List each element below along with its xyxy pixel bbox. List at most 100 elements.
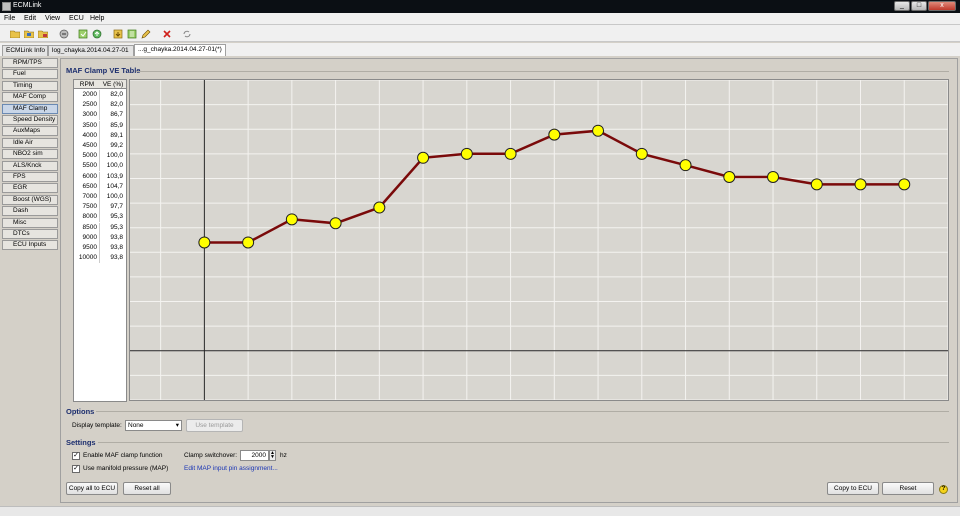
table-row[interactable]: 6500 104,7 (74, 181, 126, 192)
table-row[interactable]: 4500 99,2 (74, 141, 126, 151)
ve-cell[interactable]: 100,0 (100, 161, 126, 171)
save-as-icon[interactable] (37, 28, 48, 39)
refresh-icon[interactable] (77, 28, 88, 39)
use-template-button[interactable]: Use template (186, 419, 243, 432)
ve-cell[interactable]: 104,7 (100, 182, 126, 192)
ve-cell[interactable]: 103,9 (100, 172, 126, 182)
sidebar-item-fps[interactable]: FPS (2, 172, 58, 182)
data-point (548, 128, 561, 141)
table-row[interactable]: 5000 100,0 (74, 151, 126, 162)
menu-file[interactable]: File (4, 15, 15, 22)
ve-cell[interactable]: 97,7 (100, 202, 126, 212)
sync-icon[interactable] (181, 28, 192, 39)
ve-cell[interactable]: 100,0 (100, 151, 126, 161)
sidebar-item-egr[interactable]: EGR (2, 183, 58, 194)
table-row[interactable]: 4000 89,1 (74, 130, 126, 141)
copy-to-ecu-button[interactable]: Copy to ECU (827, 482, 879, 495)
sidebar-item-boost-wgs[interactable]: Boost (WGS) (2, 194, 58, 205)
reset-all-button[interactable]: Reset all (123, 482, 171, 495)
enable-clamp-checkbox[interactable]: ✓ (72, 452, 80, 460)
menu-view[interactable]: View (45, 15, 60, 22)
template-select-value: None (128, 422, 144, 429)
data-point (592, 124, 605, 137)
table-row[interactable]: 9500 93,8 (74, 243, 126, 253)
sidebar-item-misc[interactable]: Misc (2, 217, 58, 228)
status-bar (0, 506, 960, 516)
use-map-checkbox[interactable]: ✓ (72, 465, 80, 473)
table-row[interactable]: 5500 100,0 (74, 161, 126, 172)
table-row[interactable]: 6000 103,9 (74, 171, 126, 182)
menu-help[interactable]: Help (90, 15, 104, 22)
close-button[interactable]: x (928, 1, 956, 11)
menu-ecu[interactable]: ECU (69, 15, 84, 22)
data-point (417, 151, 430, 164)
ve-column-header: VE (%) (100, 80, 126, 89)
settings-divider (98, 442, 949, 443)
sidebar-item-rpm-tps[interactable]: RPM/TPS (2, 58, 58, 68)
ve-cell[interactable]: 86,7 (100, 110, 126, 120)
reset-button[interactable]: Reset (882, 482, 934, 495)
sidebar-item-timing[interactable]: Timing (2, 80, 58, 91)
copy-all-to-ecu-button[interactable]: Copy all to ECU (66, 482, 118, 495)
sidebar-item-nbo2-sim[interactable]: NBO2 sim (2, 149, 58, 160)
sidebar-item-maf-comp[interactable]: MAF Comp (2, 92, 58, 103)
document-tabs: ECMLink Info log_chayka.2014.04.27-01 ..… (0, 43, 960, 56)
open-icon[interactable] (9, 28, 20, 39)
sidebar-item-maf-clamp[interactable]: MAF Clamp (2, 103, 58, 114)
options-divider (96, 411, 949, 412)
ve-cell[interactable]: 93,8 (100, 253, 126, 263)
edit-map-link[interactable]: Edit MAP input pin assignment... (184, 465, 278, 472)
sidebar-item-dtcs[interactable]: DTCs (2, 229, 58, 239)
table-row[interactable]: 8500 95,3 (74, 222, 126, 233)
minimize-button[interactable]: _ (894, 1, 910, 11)
ve-cell[interactable]: 85,9 (100, 121, 126, 131)
table-row[interactable]: 7000 100,0 (74, 192, 126, 202)
table-row[interactable]: 2000 82,0 (74, 90, 126, 100)
ve-cell[interactable]: 95,3 (100, 212, 126, 222)
menu-edit[interactable]: Edit (24, 15, 36, 22)
rpm-cell: 6500 (74, 181, 100, 192)
sidebar-item-ecu-inputs[interactable]: ECU Inputs (2, 240, 58, 251)
download-icon[interactable] (112, 28, 123, 39)
tab-log-file[interactable]: log_chayka.2014.04.27-01 (48, 45, 134, 56)
save-icon[interactable] (23, 28, 34, 39)
tab-log-file-modified[interactable]: ...g_chayka.2014.04.27-01(*) (134, 44, 226, 56)
delete-icon[interactable] (161, 28, 172, 39)
sidebar-item-dash[interactable]: Dash (2, 206, 58, 217)
table-row[interactable]: 8000 95,3 (74, 212, 126, 223)
ve-cell[interactable]: 95,3 (100, 223, 126, 233)
table-row[interactable]: 9000 93,8 (74, 232, 126, 243)
ve-table[interactable]: RPM VE (%) 2000 82,0 2500 82,0 3000 86,7 3500 8… (73, 79, 127, 402)
help-icon[interactable]: ? (939, 485, 948, 494)
connect-icon[interactable] (58, 28, 69, 39)
switchover-input[interactable]: 2000 (240, 450, 269, 461)
upload-icon[interactable] (91, 28, 102, 39)
ve-cell[interactable]: 99,2 (100, 141, 126, 151)
sidebar-item-auxmaps[interactable]: AuxMaps (2, 126, 58, 137)
compare-icon[interactable] (126, 28, 137, 39)
tab-ecmlink-info[interactable]: ECMLink Info (2, 45, 48, 56)
sidebar-item-fuel[interactable]: Fuel (2, 69, 58, 80)
table-row[interactable]: 7500 97,7 (74, 202, 126, 213)
ve-chart[interactable] (129, 79, 949, 401)
edit-icon[interactable] (140, 28, 151, 39)
sidebar-item-als-knck[interactable]: ALS/Knck (2, 160, 58, 171)
template-select[interactable]: None ▾ (125, 420, 182, 431)
ve-cell[interactable]: 89,1 (100, 131, 126, 141)
ve-cell[interactable]: 100,0 (100, 192, 126, 202)
ve-cell[interactable]: 82,0 (100, 90, 126, 100)
switchover-stepper[interactable]: ▲ ▼ (269, 450, 276, 461)
switchover-unit: hz (280, 452, 287, 459)
maximize-button[interactable]: □ (911, 1, 927, 11)
ve-cell[interactable]: 82,0 (100, 100, 126, 110)
table-row[interactable]: 3500 85,9 (74, 120, 126, 131)
table-row[interactable]: 2500 82,0 (74, 100, 126, 111)
ve-cell[interactable]: 93,8 (100, 243, 126, 253)
sidebar-item-speed-density[interactable]: Speed Density (2, 115, 58, 125)
rpm-cell: 5500 (74, 161, 100, 172)
table-row[interactable]: 10000 93,8 (74, 253, 126, 264)
ve-cell[interactable]: 93,8 (100, 233, 126, 243)
table-row[interactable]: 3000 86,7 (74, 110, 126, 121)
title-bar: ECMLink _ □ x (0, 0, 960, 13)
sidebar-item-idle-air[interactable]: Idle Air (2, 137, 58, 148)
